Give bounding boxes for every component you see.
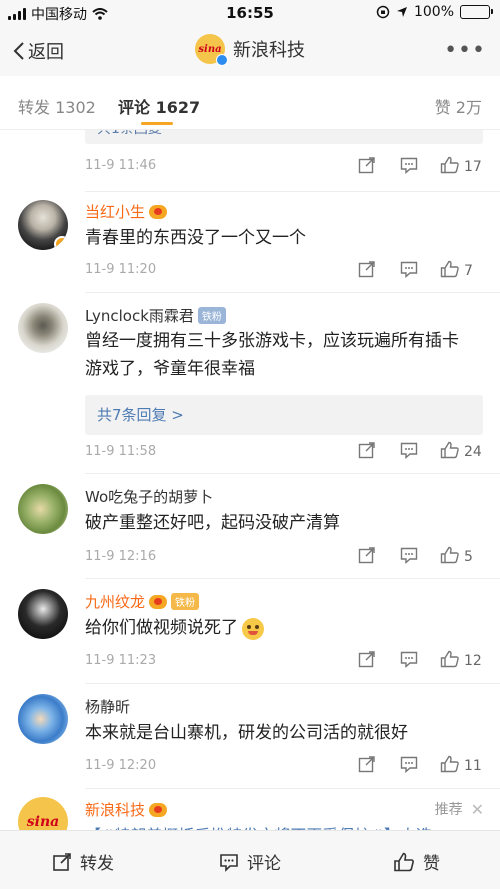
like-button[interactable]: 赞	[393, 849, 440, 874]
tab-bar: 转发 1302 评论 1627 赞 2万	[0, 76, 500, 130]
tab-comment[interactable]: 评论 1627	[118, 94, 200, 118]
fan-badge: 铁粉	[197, 307, 226, 324]
like-button[interactable]	[440, 260, 460, 282]
vip-crown-icon	[149, 204, 168, 219]
like-button[interactable]	[440, 650, 460, 672]
commenter-name[interactable]: 当红小生	[85, 201, 145, 222]
comment-button[interactable]: 评论	[219, 849, 281, 874]
like-button[interactable]	[440, 156, 460, 178]
tab-underline	[141, 122, 173, 125]
page-title: 新浪科技	[233, 40, 305, 61]
verified-badge-icon	[216, 54, 228, 66]
thumbs-up-icon	[440, 156, 459, 174]
comment-time: 11-9 11:20	[85, 262, 157, 277]
repost-button[interactable]: 转发	[52, 849, 114, 874]
comment-text-line-1: 曾经一度拥有三十多张游戏卡，应该玩遍所有插卡	[85, 331, 459, 351]
commenter-name[interactable]: Wo吃兔子的胡萝卜	[85, 486, 213, 507]
like-count: 5	[464, 549, 473, 565]
comment-actions: 7	[358, 260, 484, 282]
like-count: 17	[464, 159, 482, 175]
share-icon[interactable]	[358, 650, 376, 672]
nav-title-group[interactable]: sina 新浪科技	[0, 34, 500, 66]
thumbs-up-icon	[440, 755, 459, 773]
comment-icon[interactable]	[400, 156, 418, 178]
battery-icon	[460, 5, 493, 19]
tab-like[interactable]: 赞 2万	[435, 94, 482, 118]
sina-logo: sina	[26, 814, 60, 830]
comment-text-line-2: 游戏了，爷童年很幸福	[85, 359, 255, 379]
account-avatar: sina	[195, 34, 228, 66]
reply-stub[interactable]: 共1条回复	[85, 130, 483, 144]
like-button[interactable]	[440, 441, 460, 463]
like-button[interactable]	[440, 546, 460, 568]
like-count: 11	[464, 758, 482, 774]
bottom-action-bar: 转发 评论 赞	[0, 830, 500, 889]
like-count: 12	[464, 653, 482, 669]
comment-text: 破产重整还好吧，起码没破产清算	[85, 513, 340, 533]
comment-text: 【#特朗普概括后推特发文将不再受保护#】大选	[85, 822, 485, 830]
comment-actions: 5	[358, 546, 484, 568]
avatar[interactable]: sina	[18, 797, 68, 830]
thumbs-up-icon	[440, 260, 459, 278]
comment-time: 11-9 11:58	[85, 444, 157, 459]
more-replies-button[interactable]: 共7条回复 >	[85, 395, 483, 435]
tab-repost[interactable]: 转发 1302	[18, 94, 96, 118]
status-bar: 中国移动 16:55 100%	[0, 0, 500, 26]
comment-icon[interactable]	[400, 650, 418, 672]
promoted-label: 推荐 ✕	[434, 799, 484, 819]
comment-text: 本来就是台山寨机，研发的公司活的就很好	[85, 723, 408, 743]
share-icon[interactable]	[358, 156, 376, 178]
commenter-name[interactable]: 杨静昕	[85, 696, 130, 717]
comment-actions: 11	[358, 755, 484, 777]
avatar[interactable]	[18, 200, 68, 250]
comment-icon[interactable]	[400, 260, 418, 282]
like-count: 7	[464, 263, 473, 279]
comment-text: 给你们做视频说死了	[85, 618, 238, 638]
orientation-lock-icon	[376, 5, 390, 19]
close-icon[interactable]: ✕	[471, 800, 484, 819]
comment-time: 11-9 12:16	[85, 549, 157, 564]
emoji-icon	[242, 617, 264, 640]
comment-time: 11-9 11:23	[85, 653, 157, 668]
location-icon	[396, 7, 407, 17]
like-button[interactable]	[440, 755, 460, 777]
comment-text: 青春里的东西没了一个又一个	[85, 228, 306, 248]
comment-time: 11-9 12:20	[85, 758, 157, 773]
repost-icon	[53, 852, 71, 871]
avatar[interactable]	[18, 694, 68, 744]
like-count: 24	[464, 444, 482, 460]
vip-crown-icon	[149, 802, 168, 817]
thumbs-up-icon	[440, 650, 459, 668]
comment-actions: 17	[358, 156, 484, 178]
commenter-name[interactable]: Lynclock雨霖君	[85, 305, 194, 326]
comment-text-row: 给你们做视频说死了	[85, 614, 485, 643]
avatar[interactable]	[18, 484, 68, 534]
avatar[interactable]	[18, 589, 68, 639]
share-icon[interactable]	[358, 546, 376, 568]
sina-logo: sina	[198, 43, 222, 55]
share-icon[interactable]	[358, 260, 376, 282]
nav-bar: 返回 sina 新浪科技 •••	[0, 26, 500, 76]
commenter-name[interactable]: 九州纹龙	[85, 591, 145, 612]
comment-icon[interactable]	[400, 755, 418, 777]
comment-actions: 24	[358, 441, 484, 463]
thumbs-up-icon	[440, 441, 459, 459]
comment-icon[interactable]	[400, 546, 418, 568]
comment-list[interactable]: 共1条回复 11-9 11:46 17 当红小生 青春里的东西没了一个又一个 1…	[0, 130, 500, 830]
comment-time: 11-9 11:46	[85, 158, 157, 173]
share-icon[interactable]	[358, 755, 376, 777]
commenter-name[interactable]: 新浪科技	[85, 799, 145, 820]
battery-percent: 100%	[413, 4, 454, 20]
comment-actions: 12	[358, 650, 484, 672]
fan-badge: 铁粉	[171, 593, 200, 610]
thumbs-up-icon	[440, 546, 459, 564]
vip-crown-icon	[149, 594, 168, 609]
verified-badge-icon	[54, 236, 68, 250]
comment-icon	[220, 853, 238, 872]
share-icon[interactable]	[358, 441, 376, 463]
avatar[interactable]	[18, 303, 68, 353]
thumbs-up-icon	[394, 852, 414, 871]
more-button[interactable]: •••	[444, 38, 486, 63]
comment-icon[interactable]	[400, 441, 418, 463]
